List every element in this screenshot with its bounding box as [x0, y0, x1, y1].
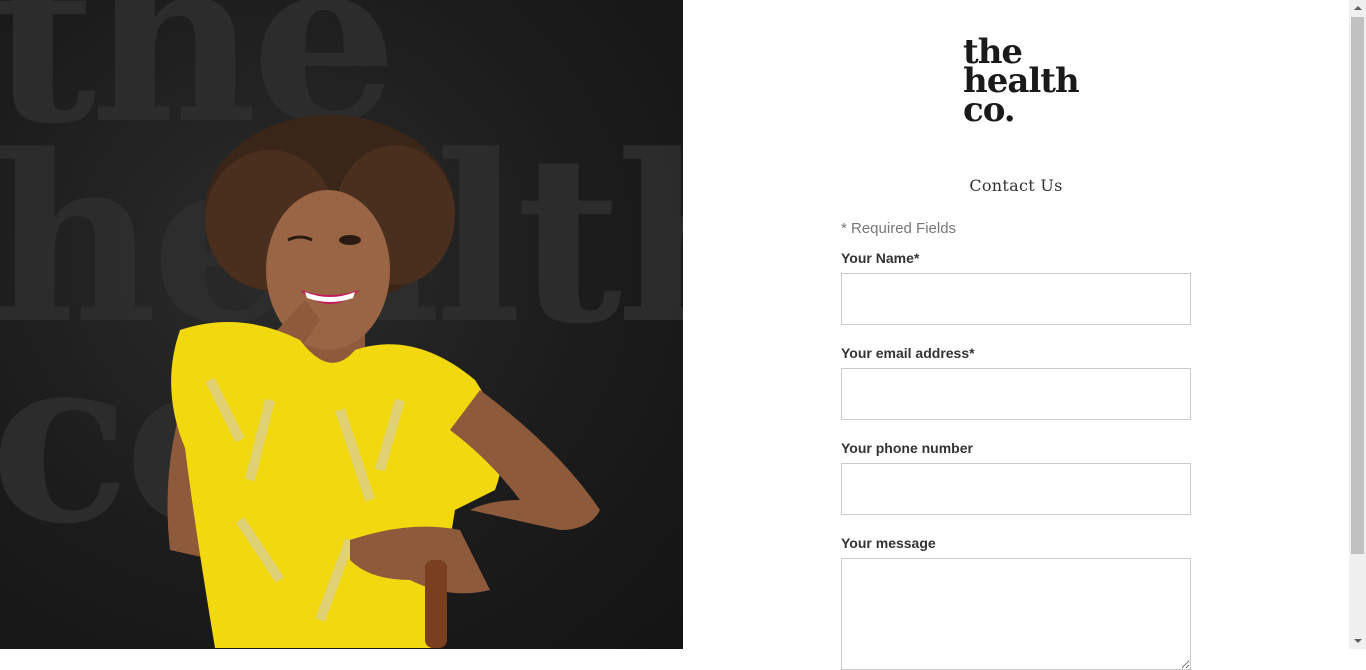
name-required-mark: * — [913, 250, 920, 266]
email-field[interactable] — [841, 368, 1191, 420]
contact-panel: the health co. Contact Us * Required Fie… — [683, 0, 1349, 670]
email-label: Your email address* — [841, 343, 1191, 363]
message-label-text: Your message — [841, 535, 936, 551]
name-label: Your Name* — [841, 248, 1191, 268]
phone-label: Your phone number — [841, 438, 1191, 458]
message-label: Your message — [841, 533, 1191, 553]
name-field[interactable] — [841, 273, 1191, 325]
phone-label-text: Your phone number — [841, 440, 973, 456]
scroll-up-arrow-icon[interactable] — [1349, 0, 1366, 17]
email-label-text: Your email address — [841, 345, 970, 361]
name-label-text: Your Name — [841, 250, 914, 266]
contact-form: * Required Fields Your Name* Your email … — [841, 218, 1191, 670]
page-title: Contact Us — [969, 176, 1063, 195]
message-field[interactable] — [841, 558, 1191, 670]
required-fields-note: * Required Fields — [841, 220, 957, 237]
scrollbar-thumb[interactable] — [1351, 17, 1364, 554]
phone-field[interactable] — [841, 463, 1191, 515]
email-required-mark: * — [969, 345, 975, 361]
person-illustration — [167, 115, 600, 648]
scroll-down-arrow-icon[interactable] — [1349, 632, 1366, 649]
the-health-co-logo[interactable]: the health co. — [963, 35, 1103, 127]
vertical-scrollbar[interactable] — [1349, 0, 1366, 649]
hero-image: thehealthco. — [0, 0, 683, 649]
